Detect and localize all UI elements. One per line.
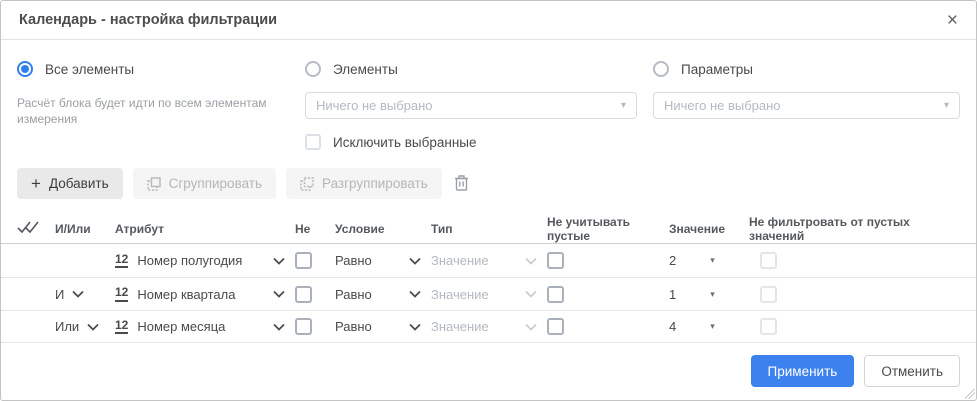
chevron-down-icon[interactable] xyxy=(72,285,84,303)
chevron-down-icon[interactable] xyxy=(409,323,421,331)
caret-down-icon[interactable]: ▾ xyxy=(710,289,715,300)
filter-row: И 12 Номер квартала Равно Значение 1 ▾ xyxy=(1,277,976,310)
add-filter-label: Добавить xyxy=(49,176,109,191)
ignore-empty-checkbox[interactable] xyxy=(547,286,564,303)
header-ignore-empty: Не учитывать пустые xyxy=(547,215,659,243)
numeric-attribute-icon: 12 xyxy=(115,319,128,334)
condition-value: Равно xyxy=(335,253,372,268)
chevron-down-icon xyxy=(525,257,537,265)
elements-dropdown-value: Ничего не выбрано xyxy=(316,98,433,113)
not-checkbox[interactable] xyxy=(295,252,312,269)
not-checkbox[interactable] xyxy=(295,318,312,335)
ignore-empty-checkbox[interactable] xyxy=(547,318,564,335)
group-button[interactable]: Сгруппировать xyxy=(133,168,276,199)
header-not: Не xyxy=(295,222,335,236)
chevron-down-icon[interactable] xyxy=(409,257,421,265)
add-filter-button[interactable]: + Добавить xyxy=(17,168,123,199)
ignore-empty-checkbox[interactable] xyxy=(547,252,564,269)
attribute-value: Номер квартала xyxy=(137,287,235,302)
header-and-or: И/Или xyxy=(55,222,115,236)
double-check-icon[interactable] xyxy=(17,220,39,239)
attribute-value: Номер месяца xyxy=(137,319,225,334)
numeric-attribute-icon: 12 xyxy=(115,286,128,301)
elements-dropdown[interactable]: Ничего не выбрано ▾ xyxy=(305,92,637,119)
close-icon[interactable]: × xyxy=(947,11,958,30)
chevron-down-icon[interactable] xyxy=(273,290,285,298)
exclude-selected-row: Исключить выбранные xyxy=(305,134,637,150)
delete-filter-button[interactable] xyxy=(454,174,469,194)
filters-toolbar: + Добавить Сгруппировать Разгруппировать xyxy=(1,158,976,199)
type-value: Значение xyxy=(431,319,489,334)
plus-icon: + xyxy=(31,175,41,192)
radio-icon[interactable] xyxy=(653,61,669,77)
value-field[interactable]: 4 xyxy=(669,319,676,334)
mode-section: Все элементы Расчёт блока будет идти по … xyxy=(1,40,976,158)
value-field[interactable]: 1 xyxy=(669,287,676,302)
mode-parameters-column: Параметры Ничего не выбрано ▾ xyxy=(653,60,960,158)
type-value: Значение xyxy=(431,253,489,268)
condition-value: Равно xyxy=(335,319,372,334)
header-attribute: Атрибут xyxy=(115,222,295,236)
trash-icon xyxy=(454,174,469,194)
radio-parameters[interactable]: Параметры xyxy=(653,60,960,78)
cancel-button[interactable]: Отменить xyxy=(864,355,960,387)
table-header-row: И/Или Атрибут Не Условие Тип Не учитыват… xyxy=(1,215,976,244)
parameters-dropdown-value: Ничего не выбрано xyxy=(664,98,781,113)
type-value: Значение xyxy=(431,287,489,302)
radio-elements-label: Элементы xyxy=(333,62,398,77)
chevron-down-icon[interactable] xyxy=(409,290,421,298)
no-filter-empty-checkbox[interactable] xyxy=(760,318,777,335)
numeric-attribute-icon: 12 xyxy=(115,253,128,268)
chevron-down-icon: ▾ xyxy=(621,100,626,111)
group-label: Сгруппировать xyxy=(169,176,262,191)
header-condition: Условие xyxy=(335,222,431,236)
filter-row: 12 Номер полугодия Равно Значение 2 ▾ xyxy=(1,244,976,277)
value-field[interactable]: 2 xyxy=(669,253,676,268)
radio-elements[interactable]: Элементы xyxy=(305,60,637,78)
parameters-dropdown[interactable]: Ничего не выбрано ▾ xyxy=(653,92,960,119)
mode-elements-column: Элементы Ничего не выбрано ▾ Исключить в… xyxy=(305,60,637,158)
caret-down-icon[interactable]: ▾ xyxy=(710,321,715,332)
radio-all-elements-label: Все элементы xyxy=(45,62,134,77)
chevron-down-icon[interactable] xyxy=(87,318,99,336)
no-filter-empty-checkbox[interactable] xyxy=(760,252,777,269)
caret-down-icon[interactable]: ▾ xyxy=(710,255,715,266)
filter-settings-dialog: Календарь - настройка фильтрации × Все э… xyxy=(0,0,977,401)
and-or-value: И xyxy=(55,287,64,302)
resize-handle[interactable] xyxy=(965,389,975,399)
and-or-value: Или xyxy=(55,319,79,334)
radio-icon[interactable] xyxy=(17,61,33,77)
no-filter-empty-checkbox[interactable] xyxy=(760,286,777,303)
filter-row: Или 12 Номер месяца Равно Значение 4 ▾ xyxy=(1,310,976,343)
mode-all-elements-column: Все элементы Расчёт блока будет идти по … xyxy=(17,60,305,158)
radio-icon[interactable] xyxy=(305,61,321,77)
radio-parameters-label: Параметры xyxy=(681,62,753,77)
header-value: Значение xyxy=(659,222,749,236)
chevron-down-icon[interactable] xyxy=(273,323,285,331)
header-no-filter-from-empty: Не фильтровать от пустых значений xyxy=(749,215,960,243)
group-icon xyxy=(147,177,161,191)
ungroup-label: Разгруппировать xyxy=(322,176,428,191)
chevron-down-icon[interactable] xyxy=(273,257,285,265)
chevron-down-icon xyxy=(525,290,537,298)
filters-table: И/Или Атрибут Не Условие Тип Не учитыват… xyxy=(1,215,976,343)
attribute-value: Номер полугодия xyxy=(137,253,242,268)
dialog-title: Календарь - настройка фильтрации xyxy=(19,12,277,28)
exclude-selected-label: Исключить выбранные xyxy=(333,135,477,150)
header-type: Тип xyxy=(431,222,547,236)
not-checkbox[interactable] xyxy=(295,286,312,303)
ungroup-button[interactable]: Разгруппировать xyxy=(286,168,442,199)
dialog-footer: Применить Отменить xyxy=(751,355,960,387)
all-elements-hint: Расчёт блока будет идти по всем элемента… xyxy=(17,96,305,127)
condition-value: Равно xyxy=(335,287,372,302)
ungroup-icon xyxy=(300,177,314,191)
dialog-header: Календарь - настройка фильтрации × xyxy=(1,1,976,40)
apply-button[interactable]: Применить xyxy=(751,355,855,387)
chevron-down-icon: ▾ xyxy=(944,100,949,111)
chevron-down-icon xyxy=(525,323,537,331)
exclude-selected-checkbox[interactable] xyxy=(305,134,321,150)
radio-all-elements[interactable]: Все элементы xyxy=(17,60,305,78)
